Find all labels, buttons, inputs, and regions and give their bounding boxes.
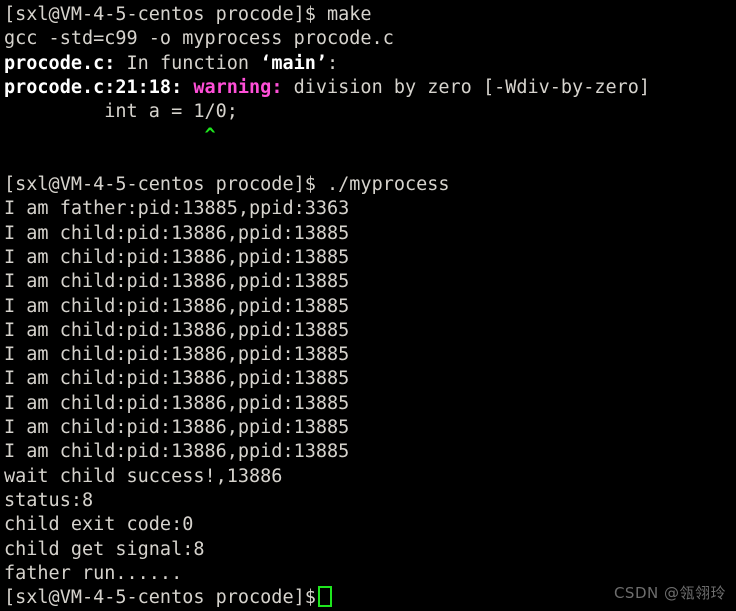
terminal-line-out-child-6: I am child:pid:13886,ppid:13885: [4, 343, 736, 367]
terminal-line-out-child-4: I am child:pid:13886,ppid:13885: [4, 295, 736, 319]
terminal-text-segment: I am child:pid:13886,ppid:13885: [4, 392, 350, 414]
terminal-line-gcc-in-function: procode.c: In function ‘main’:: [4, 52, 736, 76]
terminal-text-segment: ‘main’: [260, 52, 328, 74]
terminal-text-segment: gcc -std=c99 -o myprocess procode.c: [4, 28, 394, 50]
terminal-text-segment: father run......: [4, 562, 183, 584]
terminal-line-out-child-3: I am child:pid:13886,ppid:13885: [4, 270, 736, 294]
terminal-text-segment: [sxl@VM-4-5-centos procode]$: [4, 4, 328, 25]
terminal-text-segment: I am child:pid:13886,ppid:13885: [4, 441, 350, 463]
terminal-text-segment: status:8: [4, 489, 94, 511]
terminal-text-segment: I am father:pid:13885,ppid:3363: [4, 198, 350, 220]
terminal-text-segment: [sxl@VM-4-5-centos procode]$: [4, 174, 328, 196]
terminal-output: [sxl@VM-4-5-centos procode]$ make gcc -st…: [4, 3, 736, 610]
terminal-text-segment: child get signal:8: [4, 538, 205, 560]
terminal-text-segment: int a = 1/0;: [4, 101, 238, 123]
terminal-line-blank-1: [4, 149, 736, 173]
terminal-line-out-child-exit-code: child exit code:0: [4, 513, 736, 537]
terminal-line-out-father: I am father:pid:13885,ppid:3363: [4, 197, 736, 221]
terminal-text-segment: I am child:pid:13886,ppid:13885: [4, 368, 350, 390]
terminal-line-out-father-run: father run......: [4, 562, 736, 586]
terminal-line-out-child-1: I am child:pid:13886,ppid:13885: [4, 222, 736, 246]
terminal-line-gcc-source-snippet: int a = 1/0;: [4, 100, 736, 124]
terminal-line-out-wait-child: wait child success!,13886: [4, 465, 736, 489]
terminal-line-out-status: status:8: [4, 489, 736, 513]
terminal-text-segment: :: [327, 52, 339, 74]
terminal-line-gcc-caret-marker: ^: [4, 124, 736, 148]
terminal-line-out-child-get-signal: child get signal:8: [4, 538, 736, 562]
terminal-line-out-child-2: I am child:pid:13886,ppid:13885: [4, 246, 736, 270]
terminal-text-segment: I am child:pid:13886,ppid:13885: [4, 246, 350, 268]
terminal-line-out-child-8: I am child:pid:13886,ppid:13885: [4, 392, 736, 416]
terminal-text-segment: make: [327, 4, 372, 25]
terminal-text-segment: procode.c:: [4, 52, 116, 74]
terminal-line-out-child-10: I am child:pid:13886,ppid:13885: [4, 440, 736, 464]
terminal-line-gcc-warning: procode.c:21:18: warning: division by ze…: [4, 76, 736, 100]
terminal-text-segment: warning:: [193, 76, 283, 98]
terminal-line-out-child-9: I am child:pid:13886,ppid:13885: [4, 416, 736, 440]
terminal-text-segment: [sxl@VM-4-5-centos procode]$: [4, 587, 316, 609]
terminal-text-segment: I am child:pid:13886,ppid:13885: [4, 344, 350, 366]
terminal-line-cmd-make: [sxl@VM-4-5-centos procode]$ make: [4, 3, 736, 27]
terminal-text-segment: child exit code:0: [4, 514, 194, 536]
text-cursor[interactable]: [317, 586, 332, 608]
terminal-line-gcc-command: gcc -std=c99 -o myprocess procode.c: [4, 27, 736, 51]
terminal-line-out-child-7: I am child:pid:13886,ppid:13885: [4, 367, 736, 391]
terminal-text-segment: wait child success!,13886: [4, 465, 283, 487]
terminal-text-segment: division by zero [-Wdiv-by-zero]: [282, 76, 651, 98]
terminal-line-prompt-final: [sxl@VM-4-5-centos procode]$: [4, 586, 736, 610]
terminal-text-segment: ./myprocess: [327, 174, 450, 196]
terminal-text-segment: I am child:pid:13886,ppid:13885: [4, 271, 350, 293]
terminal-text-segment: I am child:pid:13886,ppid:13885: [4, 295, 350, 317]
terminal-text-segment: procode.c:21:18:: [4, 76, 183, 98]
terminal-text-segment: I am child:pid:13886,ppid:13885: [4, 222, 350, 244]
terminal-line-out-child-5: I am child:pid:13886,ppid:13885: [4, 319, 736, 343]
terminal-window[interactable]: [sxl@VM-4-5-centos procode]$ make gcc -st…: [0, 0, 736, 611]
terminal-line-cmd-run-myprocess: [sxl@VM-4-5-centos procode]$ ./myprocess: [4, 173, 736, 197]
terminal-text-segment: I am child:pid:13886,ppid:13885: [4, 417, 350, 439]
terminal-text-segment: I am child:pid:13886,ppid:13885: [4, 319, 350, 341]
terminal-text-segment: ^: [204, 125, 216, 147]
terminal-text-segment: In function: [115, 52, 261, 74]
